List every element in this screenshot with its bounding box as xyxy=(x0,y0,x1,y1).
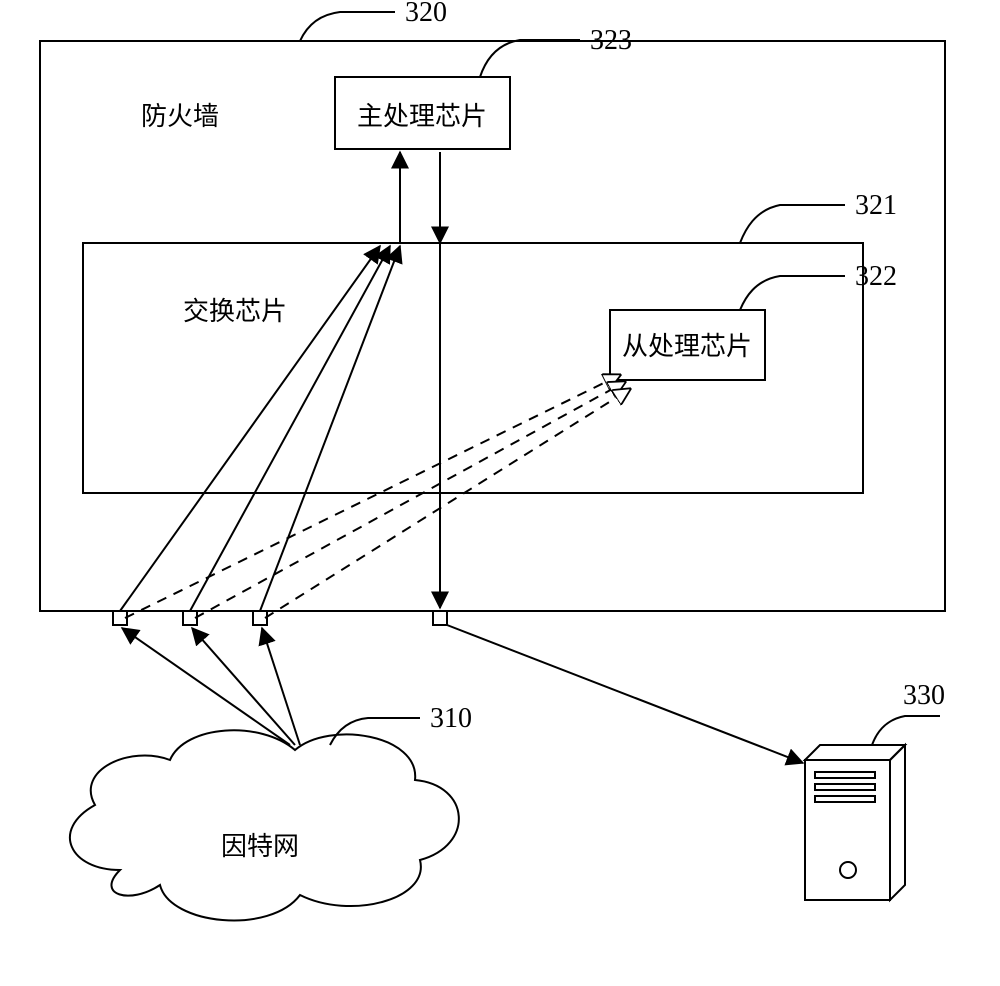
svg-text:323: 323 xyxy=(590,25,632,56)
slave-chip-label: 从处理芯片 xyxy=(622,332,752,361)
label-321: 321 xyxy=(740,190,897,243)
svg-text:320: 320 xyxy=(405,0,447,28)
internet-cloud xyxy=(70,730,459,920)
dashed-arrow-p3-slave xyxy=(265,389,630,618)
switch-chip-label: 交换芯片 xyxy=(183,297,287,326)
label-330: 330 xyxy=(872,680,945,745)
main-chip-label: 主处理芯片 xyxy=(357,102,487,131)
dashed-arrow-p1-slave xyxy=(125,375,620,618)
port-1 xyxy=(113,611,127,625)
port-3 xyxy=(253,611,267,625)
firewall-label: 防火墙 xyxy=(141,102,219,131)
internet-label: 因特网 xyxy=(221,832,299,861)
port-4 xyxy=(433,611,447,625)
label-323: 323 xyxy=(480,25,632,77)
svg-text:310: 310 xyxy=(430,703,472,734)
svg-text:321: 321 xyxy=(855,190,897,221)
label-310: 310 xyxy=(330,703,472,745)
server-icon xyxy=(805,745,905,900)
link-port4-server xyxy=(447,625,803,763)
svg-text:330: 330 xyxy=(903,680,945,711)
dashed-arrow-p2-slave xyxy=(195,382,625,618)
label-322: 322 xyxy=(740,261,897,310)
label-320: 320 xyxy=(300,0,447,41)
switch-chip-box xyxy=(83,243,863,493)
arrow-net-p3 xyxy=(262,628,300,745)
arrow-net-p1 xyxy=(122,628,290,745)
svg-text:322: 322 xyxy=(855,261,897,292)
port-2 xyxy=(183,611,197,625)
